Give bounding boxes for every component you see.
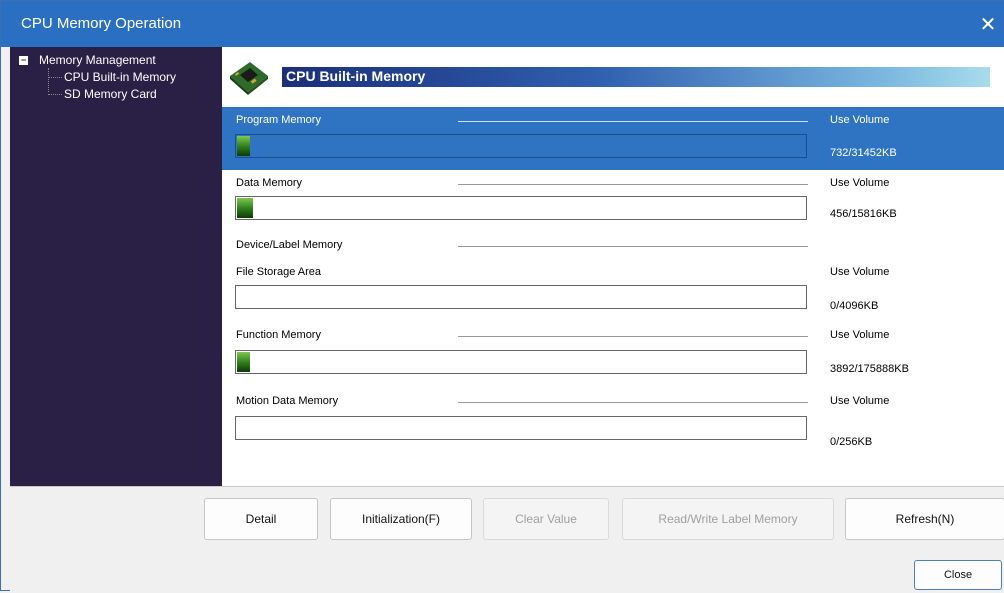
usage-bar-fill <box>237 136 250 156</box>
section-device-label-memory[interactable]: Device/Label Memory <box>222 230 1004 253</box>
use-volume-value: 732/31452KB <box>830 147 897 159</box>
collapse-icon[interactable]: − <box>19 56 28 65</box>
button-bar: Detail Initialization(F) Clear Value Rea… <box>10 486 1004 593</box>
section-data-memory[interactable]: Data Memory Use Volume 456/15816KB <box>222 170 1004 230</box>
cpu-chip-icon <box>230 62 268 95</box>
use-volume-label: Use Volume <box>830 395 890 407</box>
usage-bar <box>235 285 807 309</box>
use-volume-value: 3892/175888KB <box>830 363 909 375</box>
usage-bar-fill <box>237 352 250 372</box>
separator <box>458 336 808 337</box>
use-volume-label: Use Volume <box>830 177 890 189</box>
section-label: Motion Data Memory <box>236 395 339 407</box>
use-volume-label: Use Volume <box>830 114 890 126</box>
read-write-label-memory-button[interactable]: Read/Write Label Memory <box>622 498 834 540</box>
initialization-button[interactable]: Initialization(F) <box>330 498 472 540</box>
tree-connector <box>48 94 62 96</box>
detail-button[interactable]: Detail <box>204 498 318 540</box>
section-label: File Storage Area <box>236 266 321 278</box>
close-button[interactable]: Close <box>914 560 1002 590</box>
separator <box>458 246 808 247</box>
use-volume-label: Use Volume <box>830 266 890 278</box>
tree-item-label: Memory Management <box>39 53 156 67</box>
cpu-memory-operation-dialog: CPU Memory Operation ✕ − Memory Manageme… <box>0 0 1004 593</box>
memory-panel: CPU Built-in Memory Program Memory Use V… <box>222 47 1004 486</box>
tree-connector <box>48 77 62 79</box>
section-label: Data Memory <box>236 177 303 189</box>
refresh-button[interactable]: Refresh(N) <box>845 498 1004 540</box>
clear-value-button[interactable]: Clear Value <box>483 498 609 540</box>
usage-bar-fill <box>237 198 253 218</box>
tree-item-label: SD Memory Card <box>64 87 157 101</box>
section-label: Program Memory <box>236 114 321 126</box>
use-volume-value: 0/256KB <box>830 436 873 448</box>
section-function-memory[interactable]: Function Memory Use Volume 3892/175888KB <box>222 315 1004 381</box>
usage-bar <box>235 350 807 374</box>
close-icon[interactable]: ✕ <box>975 11 1001 37</box>
section-label: Device/Label Memory <box>236 239 343 251</box>
tree-item-sd-memory-card[interactable]: SD Memory Card <box>48 87 157 101</box>
section-file-storage-area[interactable]: File Storage Area Use Volume 0/4096KB <box>222 253 1004 315</box>
separator <box>458 402 808 403</box>
separator <box>458 121 808 122</box>
tree-item-cpu-built-in-memory[interactable]: CPU Built-in Memory <box>48 70 176 84</box>
usage-bar <box>235 196 807 220</box>
tree-item-label: CPU Built-in Memory <box>64 70 177 84</box>
section-program-memory[interactable]: Program Memory Use Volume 732/31452KB <box>222 107 1004 170</box>
use-volume-value: 0/4096KB <box>830 300 879 312</box>
title-bar: CPU Memory Operation ✕ <box>1 1 1004 47</box>
panel-title: CPU Built-in Memory <box>286 68 426 84</box>
usage-bar <box>235 134 807 158</box>
window-title: CPU Memory Operation <box>21 15 182 32</box>
section-label: Function Memory <box>236 329 321 341</box>
use-volume-label: Use Volume <box>830 329 890 341</box>
panel-header: CPU Built-in Memory <box>222 47 1004 105</box>
separator <box>458 184 808 185</box>
use-volume-value: 456/15816KB <box>830 208 897 220</box>
usage-bar <box>235 416 807 440</box>
memory-tree: − Memory Management CPU Built-in Memory … <box>10 47 222 486</box>
section-motion-data-memory[interactable]: Motion Data Memory Use Volume 0/256KB <box>222 381 1004 461</box>
